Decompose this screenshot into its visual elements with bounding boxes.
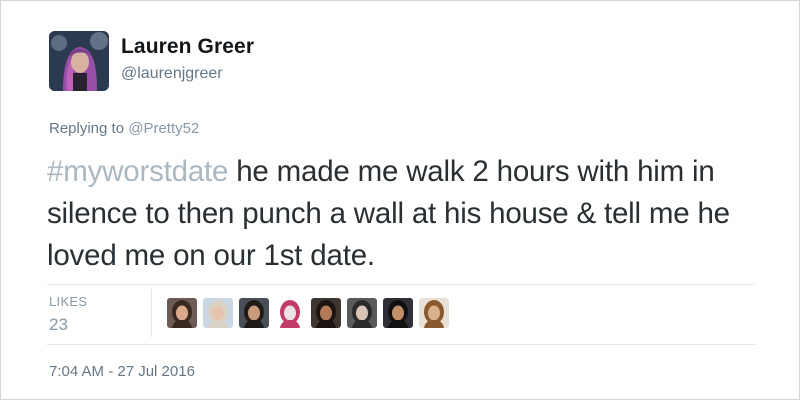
liker-avatar-image xyxy=(275,298,305,328)
replying-to-label: Replying to xyxy=(49,120,125,137)
liker-avatar[interactable] xyxy=(419,298,449,328)
liker-avatar[interactable] xyxy=(347,298,377,328)
liker-avatar-image xyxy=(311,298,341,328)
hashtag-link[interactable]: #myworstdate xyxy=(47,155,228,188)
liker-avatar-image xyxy=(203,298,233,328)
stats-separator xyxy=(151,289,152,337)
author-avatar[interactable] xyxy=(49,31,109,91)
divider-top xyxy=(47,284,755,285)
liker-avatar[interactable] xyxy=(383,298,413,328)
liker-avatar[interactable] xyxy=(311,298,341,328)
liker-avatar[interactable] xyxy=(167,298,197,328)
liker-avatar[interactable] xyxy=(239,298,269,328)
avatar-image xyxy=(49,31,109,91)
likes-label: LIKES xyxy=(49,294,88,309)
likers-list xyxy=(167,298,449,330)
liker-avatar-image xyxy=(347,298,377,328)
liker-avatar-image xyxy=(419,298,449,328)
replying-to-handle[interactable]: @Pretty52 xyxy=(128,120,199,137)
tweet-card: Lauren Greer @laurenjgreer Replying to @… xyxy=(0,0,800,400)
replying-to: Replying to @Pretty52 xyxy=(49,120,199,137)
divider-bottom xyxy=(47,344,755,345)
tweet-timestamp[interactable]: 7:04 AM - 27 Jul 2016 xyxy=(49,363,195,380)
author-name[interactable]: Lauren Greer xyxy=(121,35,254,59)
liker-avatar-image xyxy=(383,298,413,328)
liker-avatar-image xyxy=(167,298,197,328)
liker-avatar-image xyxy=(239,298,269,328)
liker-avatar[interactable] xyxy=(275,298,305,328)
tweet-text: #myworstdate he made me walk 2 hours wit… xyxy=(47,151,747,277)
author-handle[interactable]: @laurenjgreer xyxy=(121,65,223,83)
likes-count[interactable]: 23 xyxy=(49,315,68,335)
liker-avatar[interactable] xyxy=(203,298,233,328)
